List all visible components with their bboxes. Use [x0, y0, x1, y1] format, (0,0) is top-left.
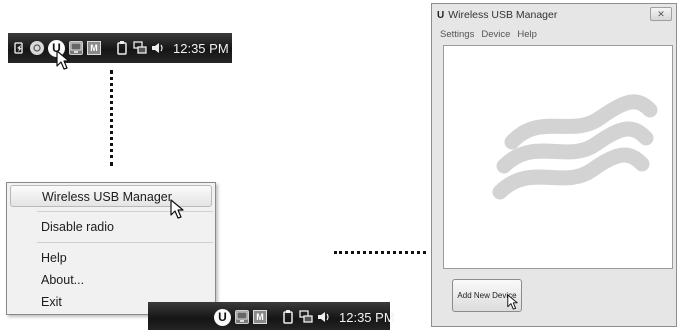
taskbar-top: U M 12:35 PM: [8, 33, 232, 63]
mouse-cursor-icon: [56, 50, 70, 70]
network-icon[interactable]: [133, 41, 147, 55]
menu-item-label: Disable radio: [41, 220, 114, 234]
app-icon: U: [437, 9, 445, 21]
menu-item-label: Exit: [41, 295, 62, 309]
menu-separator: [37, 211, 213, 212]
window-title: Wireless USB Manager: [448, 9, 558, 21]
m-icon[interactable]: M: [87, 41, 101, 55]
network-icon[interactable]: [299, 310, 313, 324]
taskbar-bottom: U M 12:35 PM: [148, 302, 395, 330]
menu-separator: [37, 242, 213, 243]
dotted-connector-vertical: [110, 70, 113, 166]
menu-item-disable-radio[interactable]: Disable radio: [7, 216, 215, 238]
display-icon[interactable]: [235, 310, 249, 324]
dotted-connector-horizontal: [334, 251, 426, 254]
menu-help[interactable]: Help: [517, 29, 537, 40]
menu-device[interactable]: Device: [481, 29, 510, 40]
display-icon[interactable]: [69, 41, 83, 55]
wireless-usb-manager-window: U Wireless USB Manager ✕ Settings Device…: [431, 3, 677, 327]
menu-settings[interactable]: Settings: [440, 29, 474, 40]
menu-item-help[interactable]: Help: [7, 247, 215, 269]
mouse-cursor-icon: [507, 294, 518, 310]
device-list-pane[interactable]: [443, 45, 673, 269]
power-icon[interactable]: [281, 310, 295, 324]
menu-item-about[interactable]: About...: [7, 269, 215, 291]
menu-item-label: Help: [41, 251, 67, 265]
volume-icon[interactable]: [151, 41, 165, 55]
window-menubar: Settings Device Help: [432, 26, 676, 42]
m-icon[interactable]: M: [253, 310, 267, 324]
close-button[interactable]: ✕: [650, 7, 672, 21]
wireless-usb-manager-icon[interactable]: U: [214, 308, 231, 326]
volume-icon[interactable]: [317, 310, 331, 324]
menu-item-label: About...: [41, 273, 85, 287]
window-titlebar[interactable]: U Wireless USB Manager ✕: [432, 4, 676, 26]
power-icon[interactable]: [115, 41, 129, 55]
menu-item-label: Wireless USB Manager: [42, 190, 172, 204]
globe-icon[interactable]: [30, 41, 44, 55]
tray-context-menu: Wireless USB Manager Disable radio Help …: [6, 182, 216, 315]
taskbar-clock[interactable]: 12:35 PM: [339, 310, 395, 325]
mouse-cursor-icon: [170, 199, 184, 219]
close-icon: ✕: [657, 9, 665, 19]
taskbar-clock[interactable]: 12:35 PM: [173, 41, 229, 56]
battery-icon[interactable]: [12, 41, 26, 55]
wireless-waves-watermark-icon: [492, 94, 658, 200]
